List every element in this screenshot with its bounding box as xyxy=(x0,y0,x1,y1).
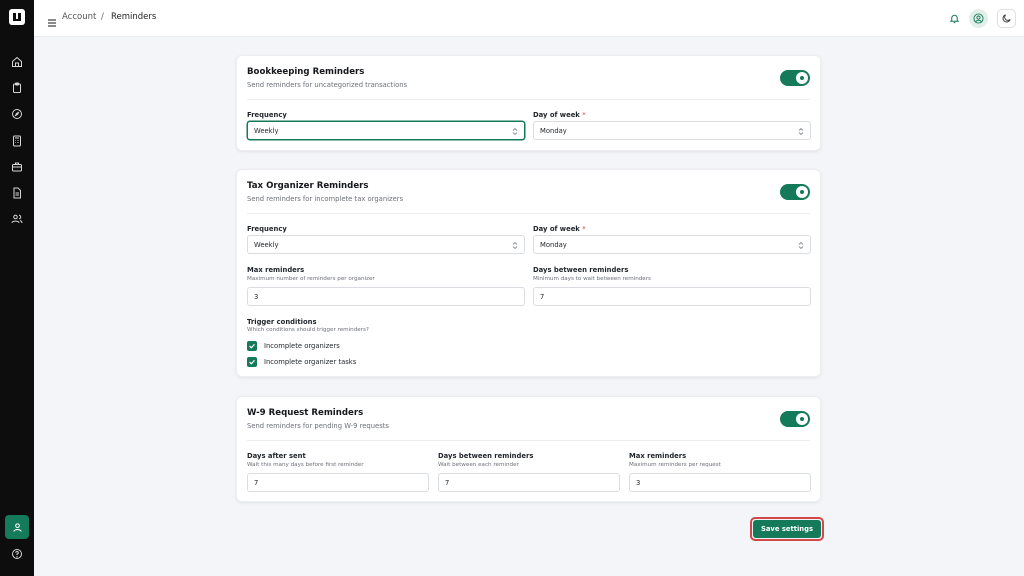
notifications-bell-icon[interactable] xyxy=(945,9,964,28)
days-between-hint: Wait between each reminder xyxy=(438,462,519,468)
file-text-icon[interactable] xyxy=(10,186,24,200)
max-reminders-input[interactable]: 3 xyxy=(629,473,811,492)
w9-toggle[interactable] xyxy=(780,411,810,427)
home-icon[interactable] xyxy=(10,55,24,69)
select-chevron-icon xyxy=(512,241,518,250)
save-settings-label: Save settings xyxy=(753,520,821,538)
incomplete-organizers-checkbox[interactable] xyxy=(247,341,257,351)
trigger-conditions-label: Trigger conditions xyxy=(247,318,317,326)
card-title: W-9 Request Reminders xyxy=(247,408,364,418)
divider xyxy=(247,99,810,100)
top-header: Account / Reminders xyxy=(34,0,1024,37)
bookkeeping-toggle[interactable] xyxy=(780,70,810,86)
incomplete-organizers-label[interactable]: Incomplete organizers xyxy=(264,342,340,350)
frequency-select[interactable]: Weekly xyxy=(247,121,525,140)
divider xyxy=(247,440,810,441)
incomplete-organizer-tasks-checkbox[interactable] xyxy=(247,357,257,367)
users-icon[interactable] xyxy=(10,212,24,226)
max-reminders-label: Max reminders xyxy=(629,452,687,460)
days-between-input[interactable]: 7 xyxy=(533,287,811,306)
max-reminders-hint: Maximum number of reminders per organize… xyxy=(247,276,375,282)
help-icon[interactable] xyxy=(10,547,24,561)
select-chevron-icon xyxy=(798,241,804,250)
bookkeeping-reminders-card: Bookkeeping Reminders Send reminders for… xyxy=(236,55,821,151)
day-of-week-select[interactable]: Monday xyxy=(533,235,811,254)
card-subtitle: Send reminders for pending W-9 requests xyxy=(247,422,389,430)
profile-avatar-icon[interactable] xyxy=(969,9,988,28)
briefcase-icon[interactable] xyxy=(10,160,24,174)
dark-mode-moon-icon[interactable] xyxy=(997,9,1016,28)
frequency-label: Frequency xyxy=(247,111,287,119)
frequency-value: Weekly xyxy=(254,240,279,249)
max-reminders-hint: Maximum reminders per request xyxy=(629,462,721,468)
card-subtitle: Send reminders for incomplete tax organi… xyxy=(247,195,404,203)
card-subtitle: Send reminders for uncategorized transac… xyxy=(247,81,408,89)
menu-icon[interactable] xyxy=(47,13,57,27)
max-reminders-input[interactable]: 3 xyxy=(247,287,525,306)
tax-organizer-reminders-card: Tax Organizer Reminders Send reminders f… xyxy=(236,169,821,377)
card-title: Tax Organizer Reminders xyxy=(247,181,369,191)
app-logo[interactable] xyxy=(9,9,25,25)
card-title: Bookkeeping Reminders xyxy=(247,67,365,77)
clipboard-icon[interactable] xyxy=(10,81,24,95)
calculator-icon[interactable] xyxy=(10,134,24,148)
frequency-label: Frequency xyxy=(247,225,287,233)
account-user-icon[interactable] xyxy=(5,515,29,539)
days-after-sent-hint: Wait this many days before first reminde… xyxy=(247,462,364,468)
days-after-sent-label: Days after sent xyxy=(247,452,306,460)
breadcrumb-current: Reminders xyxy=(111,12,157,22)
max-reminders-label: Max reminders xyxy=(247,266,305,274)
day-of-week-label: Day of week * xyxy=(533,225,586,233)
frequency-value: Weekly xyxy=(254,126,279,135)
tax-organizer-toggle[interactable] xyxy=(780,184,810,200)
frequency-select[interactable]: Weekly xyxy=(247,235,525,254)
save-settings-button[interactable]: Save settings xyxy=(750,517,824,541)
day-of-week-select[interactable]: Monday xyxy=(533,121,811,140)
incomplete-organizer-tasks-label[interactable]: Incomplete organizer tasks xyxy=(264,358,356,366)
divider xyxy=(247,213,810,214)
breadcrumb-account[interactable]: Account xyxy=(62,12,96,22)
select-chevron-icon xyxy=(798,127,804,136)
days-between-input[interactable]: 7 xyxy=(438,473,620,492)
day-of-week-value: Monday xyxy=(540,126,567,135)
days-between-label: Days between reminders xyxy=(533,266,629,274)
days-between-hint: Minimum days to wait between reminders xyxy=(533,276,651,282)
day-of-week-label: Day of week * xyxy=(533,111,586,119)
trigger-conditions-hint: Which conditions should trigger reminder… xyxy=(247,327,369,333)
select-chevron-icon xyxy=(512,127,518,136)
sidebar xyxy=(0,0,34,576)
days-after-sent-input[interactable]: 7 xyxy=(247,473,429,492)
days-between-label: Days between reminders xyxy=(438,452,534,460)
compass-icon[interactable] xyxy=(10,107,24,121)
day-of-week-value: Monday xyxy=(540,240,567,249)
w9-request-reminders-card: W-9 Request Reminders Send reminders for… xyxy=(236,396,821,502)
breadcrumb-separator: / xyxy=(101,12,104,22)
